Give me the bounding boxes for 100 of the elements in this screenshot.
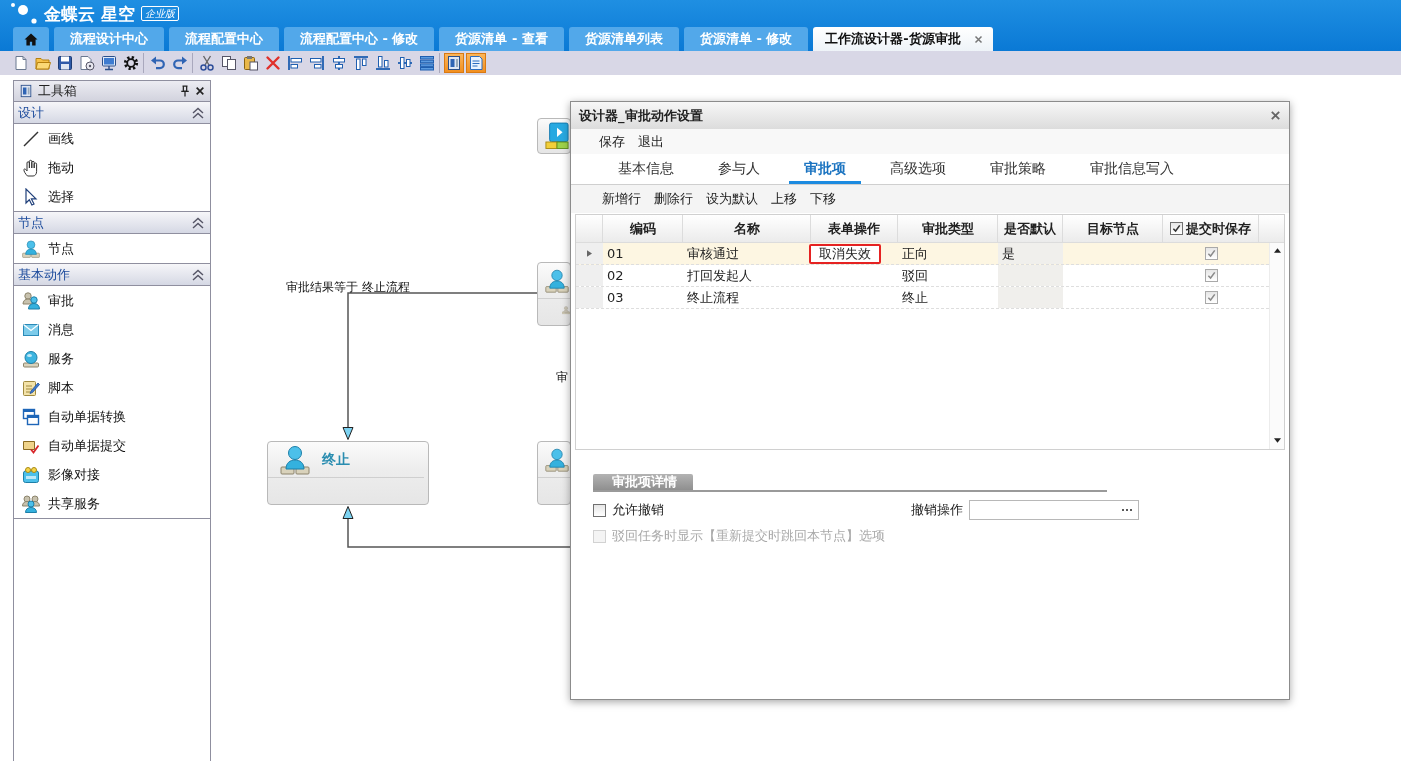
scroll-up-icon[interactable] <box>1273 248 1281 253</box>
table-cell-text: 正向 <box>901 244 929 263</box>
scroll-down-icon[interactable] <box>1273 438 1281 443</box>
tool-item[interactable]: 选择 <box>14 182 210 211</box>
table-row[interactable]: 02 打回发起人 驳回 <box>576 265 1269 287</box>
toolbox-icon <box>446 55 462 71</box>
table-cell-text: 01 <box>606 245 625 263</box>
column-header[interactable]: 编码 <box>603 215 683 242</box>
toolbar-button[interactable]: 删除行 <box>654 190 693 208</box>
align-top-button[interactable] <box>351 53 371 73</box>
checkbox[interactable] <box>1204 291 1218 304</box>
collapse-icon[interactable] <box>192 268 204 281</box>
connector-label: 审 <box>556 370 568 384</box>
close-icon[interactable] <box>195 86 205 96</box>
menu-item[interactable]: 退出 <box>638 132 664 151</box>
table-cell-text: 终止 <box>901 288 929 307</box>
column-header[interactable]: 目标节点 <box>1063 215 1163 242</box>
copy-button[interactable] <box>219 53 239 73</box>
paste-button[interactable] <box>241 53 261 73</box>
align-bottom-button[interactable] <box>373 53 393 73</box>
pin-icon[interactable] <box>180 85 190 97</box>
node-label: 终止 <box>322 450 350 469</box>
tool-item[interactable]: 共享服务 <box>14 489 210 518</box>
row-header[interactable] <box>576 243 603 264</box>
table-cell-text: 02 <box>606 267 625 285</box>
align-right-icon <box>309 55 325 71</box>
display-button[interactable] <box>99 53 119 73</box>
field-label: 撤销操作 <box>911 501 963 519</box>
column-header[interactable]: 表单操作 <box>811 215 898 242</box>
collapse-icon[interactable] <box>192 106 204 119</box>
toolbar-button[interactable]: 设为默认 <box>706 190 758 208</box>
preview-button[interactable] <box>77 53 97 73</box>
tab[interactable]: 审批策略 <box>975 154 1061 184</box>
table-row[interactable]: 03 终止流程 终止 <box>576 287 1269 309</box>
tool-item[interactable]: 消息 <box>14 315 210 344</box>
person-icon <box>280 444 310 475</box>
logo-text: 金蝶云 星空 <box>44 2 135 25</box>
section-header[interactable]: 基本动作 <box>14 263 210 286</box>
section-header[interactable]: 节点 <box>14 211 210 234</box>
table-cell <box>998 287 1063 308</box>
checkbox[interactable] <box>1204 269 1218 282</box>
tool-item[interactable]: 自动单据转换 <box>14 402 210 431</box>
column-header[interactable]: 提交时保存 <box>1186 219 1251 238</box>
tool-item[interactable]: 服务 <box>14 344 210 373</box>
tool-item[interactable]: 拖动 <box>14 153 210 182</box>
tab[interactable]: 高级选项 <box>875 154 961 184</box>
delete-button[interactable] <box>263 53 283 73</box>
toolbar-button[interactable]: 上移 <box>771 190 797 208</box>
cut-button[interactable] <box>197 53 217 73</box>
align-left-icon <box>287 55 303 71</box>
tab[interactable]: 审批信息写入 <box>1075 154 1189 184</box>
table-row[interactable]: 01 审核通过 取消失效 正向 是 <box>576 243 1269 265</box>
monitor-icon <box>101 55 117 71</box>
home-tab[interactable] <box>13 27 49 51</box>
table-cell: 是 <box>998 243 1063 264</box>
notes-button[interactable] <box>466 53 486 73</box>
note-icon <box>468 55 484 71</box>
align-right-button[interactable] <box>307 53 327 73</box>
collapse-icon[interactable] <box>192 216 204 229</box>
tool-item[interactable]: 脚本 <box>14 373 210 402</box>
tab[interactable]: 工作流设计器-货源审批 <box>813 27 993 51</box>
folder-icon <box>35 55 51 71</box>
tool-item[interactable]: 审批 <box>14 286 210 315</box>
tool-item[interactable]: 节点 <box>14 234 210 263</box>
column-header[interactable]: 名称 <box>683 215 811 242</box>
align-left-button[interactable] <box>285 53 305 73</box>
tool-item[interactable]: 影像对接 <box>14 460 210 489</box>
person-icon <box>22 239 40 258</box>
section-title: 设计 <box>18 103 44 122</box>
connector-label: 审批结果等于 终止流程 <box>286 280 410 294</box>
section-header[interactable]: 设计 <box>14 101 210 124</box>
checkbox[interactable] <box>1170 222 1183 235</box>
cursor-icon <box>22 187 40 206</box>
input-field[interactable] <box>969 500 1139 520</box>
toolbox-button[interactable] <box>444 53 464 73</box>
tab[interactable]: 参与人 <box>703 154 775 184</box>
checkbox[interactable] <box>593 503 606 517</box>
scrollbar[interactable] <box>1269 243 1284 449</box>
group-icon <box>22 494 40 513</box>
toolbar-button[interactable]: 新增行 <box>602 190 641 208</box>
column-header[interactable]: 审批类型 <box>898 215 998 242</box>
toolbar-button[interactable]: 下移 <box>810 190 836 208</box>
panel-title: 工具箱 <box>38 82 78 100</box>
hand-icon <box>22 158 40 177</box>
menu-item[interactable]: 保存 <box>599 132 625 151</box>
checkbox[interactable] <box>1204 247 1218 260</box>
checkbox-label[interactable]: 允许撤销 <box>612 501 664 519</box>
document-icon <box>13 55 29 71</box>
settings-button[interactable] <box>121 53 141 73</box>
cell-editor[interactable]: 取消失效 <box>809 243 881 264</box>
table-cell-text: 03 <box>606 289 625 307</box>
tool-item[interactable]: 画线 <box>14 124 210 153</box>
save-button[interactable] <box>55 53 75 73</box>
tab[interactable]: 基本信息 <box>603 154 689 184</box>
column-header[interactable]: 是否默认 <box>998 215 1063 242</box>
rows-button[interactable] <box>417 53 437 73</box>
tool-item[interactable]: 自动单据提交 <box>14 431 210 460</box>
table-cell-text: 打回发起人 <box>686 266 753 285</box>
settings-icon <box>123 55 139 71</box>
undo-icon <box>150 55 166 71</box>
